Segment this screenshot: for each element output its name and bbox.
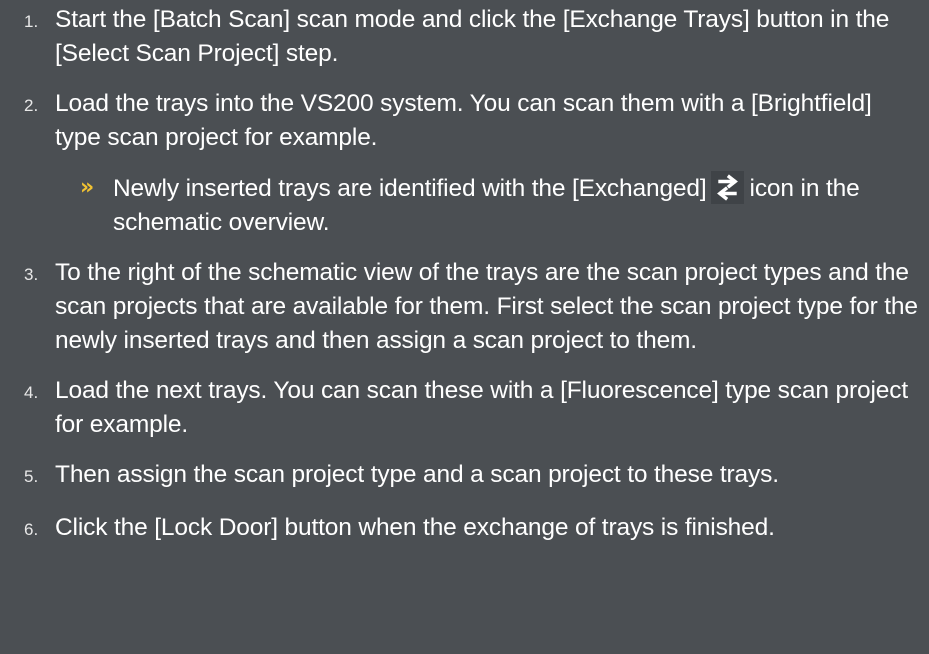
step-gap (24, 495, 919, 511)
step-text: Then assign the scan project type and a … (55, 461, 779, 488)
step-gap (24, 442, 919, 458)
step-gap (24, 155, 919, 171)
result-text: Newly inserted trays are identified with… (113, 171, 919, 240)
instruction-document: 1. Start the [Batch Scan] scan mode and … (0, 0, 929, 654)
step-text: Load the trays into the VS200 system. Yo… (55, 90, 872, 151)
step-text: Start the [Batch Scan] scan mode and cli… (55, 6, 890, 67)
step-5: 5. Then assign the scan project type and… (24, 458, 919, 495)
step-number: 6. (24, 520, 39, 539)
step-text: Click the [Lock Door] button when the ex… (55, 514, 775, 541)
result-text-before-icon: Newly inserted trays are identified with… (113, 175, 707, 202)
step-text: Load the next trays. You can scan these … (55, 377, 908, 438)
step-number: 5. (24, 467, 39, 486)
step-gap (24, 240, 919, 256)
step-number: 1. (24, 12, 39, 31)
result-arrow-icon: » (80, 175, 95, 200)
step-2: 2. Load the trays into the VS200 system.… (24, 87, 919, 155)
step-3: 3. To the right of the schematic view of… (24, 256, 919, 358)
step-6: 6. Click the [Lock Door] button when the… (24, 511, 919, 548)
step-text: To the right of the schematic view of th… (55, 259, 918, 354)
step-gap (24, 358, 919, 374)
step-1: 1. Start the [Batch Scan] scan mode and … (24, 3, 919, 71)
step-result: » Newly inserted trays are identified wi… (80, 171, 919, 240)
step-number: 4. (24, 383, 39, 402)
step-gap (24, 71, 919, 87)
step-4: 4. Load the next trays. You can scan the… (24, 374, 919, 442)
step-number: 2. (24, 96, 39, 115)
exchanged-icon (710, 171, 744, 204)
step-number: 3. (24, 265, 39, 284)
